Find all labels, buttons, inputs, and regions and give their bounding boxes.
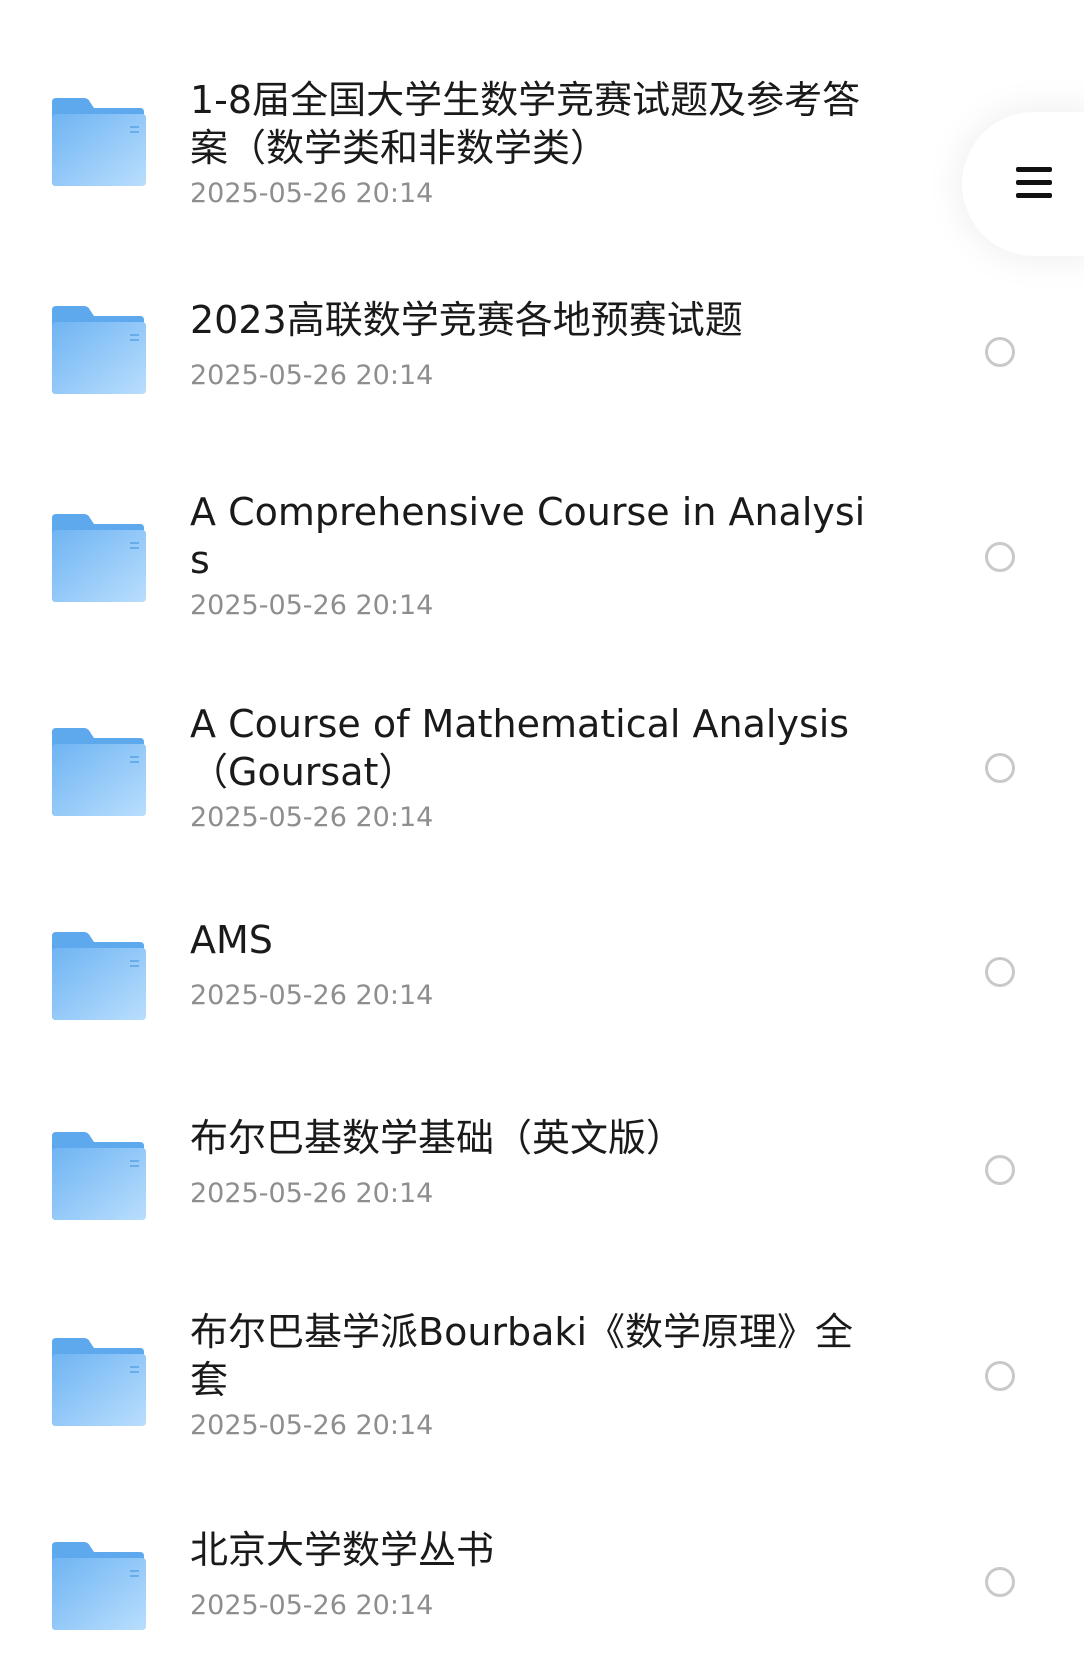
file-browser: 1-8届全国大学生数学竞赛试题及参考答案（数学类和非数学类） 2025-05-2…: [0, 0, 1084, 1666]
file-name: 布尔巴基数学基础（英文版）: [190, 1116, 685, 1160]
list-item[interactable]: 北京大学数学丛书 2025-05-26 20:14: [0, 1500, 1084, 1666]
folder-icon: [50, 1336, 148, 1428]
select-radio[interactable]: [985, 753, 1015, 783]
file-date: 2025-05-26 20:14: [190, 1178, 434, 1209]
select-radio[interactable]: [985, 542, 1015, 572]
file-name: 布尔巴基学派Bourbaki《数学原理》全套: [190, 1310, 853, 1402]
select-radio[interactable]: [985, 1155, 1015, 1185]
select-radio[interactable]: [985, 1567, 1015, 1597]
file-name: A Comprehensive Course in Analysis: [190, 490, 866, 582]
list-item[interactable]: 2023高联数学竞赛各地预赛试题 2025-05-26 20:14: [0, 260, 1084, 450]
file-date: 2025-05-26 20:14: [190, 980, 434, 1011]
file-date: 2025-05-26 20:14: [190, 590, 434, 621]
list-item[interactable]: 布尔巴基学派Bourbaki《数学原理》全套 2025-05-26 20:14: [0, 1296, 1084, 1486]
list-item[interactable]: A Course of Mathematical Analysis（Goursa…: [0, 680, 1084, 870]
file-name: 北京大学数学丛书: [190, 1528, 495, 1572]
file-name: 2023高联数学竞赛各地预赛试题: [190, 298, 743, 342]
select-radio[interactable]: [985, 337, 1015, 367]
folder-icon: [50, 1130, 148, 1222]
file-name: 1-8届全国大学生数学竞赛试题及参考答案（数学类和非数学类）: [190, 78, 861, 170]
menu-icon: [1016, 164, 1052, 200]
file-date: 2025-05-26 20:14: [190, 178, 434, 209]
list-item[interactable]: A Comprehensive Course in Analysis 2025-…: [0, 470, 1084, 660]
folder-icon: [50, 930, 148, 1022]
file-date: 2025-05-26 20:14: [190, 802, 434, 833]
select-radio[interactable]: [985, 957, 1015, 987]
select-radio[interactable]: [985, 1361, 1015, 1391]
file-date: 2025-05-26 20:14: [190, 360, 434, 391]
file-name: A Course of Mathematical Analysis（Goursa…: [190, 702, 850, 794]
folder-icon: [50, 726, 148, 818]
file-name: AMS: [190, 918, 273, 962]
folder-icon: [50, 96, 148, 188]
list-item[interactable]: 1-8届全国大学生数学竞赛试题及参考答案（数学类和非数学类） 2025-05-2…: [0, 50, 1084, 240]
folder-icon: [50, 512, 148, 604]
file-date: 2025-05-26 20:14: [190, 1410, 434, 1441]
folder-icon: [50, 1540, 148, 1632]
list-item[interactable]: AMS 2025-05-26 20:14: [0, 890, 1084, 1080]
file-date: 2025-05-26 20:14: [190, 1590, 434, 1621]
list-item[interactable]: 布尔巴基数学基础（英文版） 2025-05-26 20:14: [0, 1090, 1084, 1280]
folder-icon: [50, 304, 148, 396]
